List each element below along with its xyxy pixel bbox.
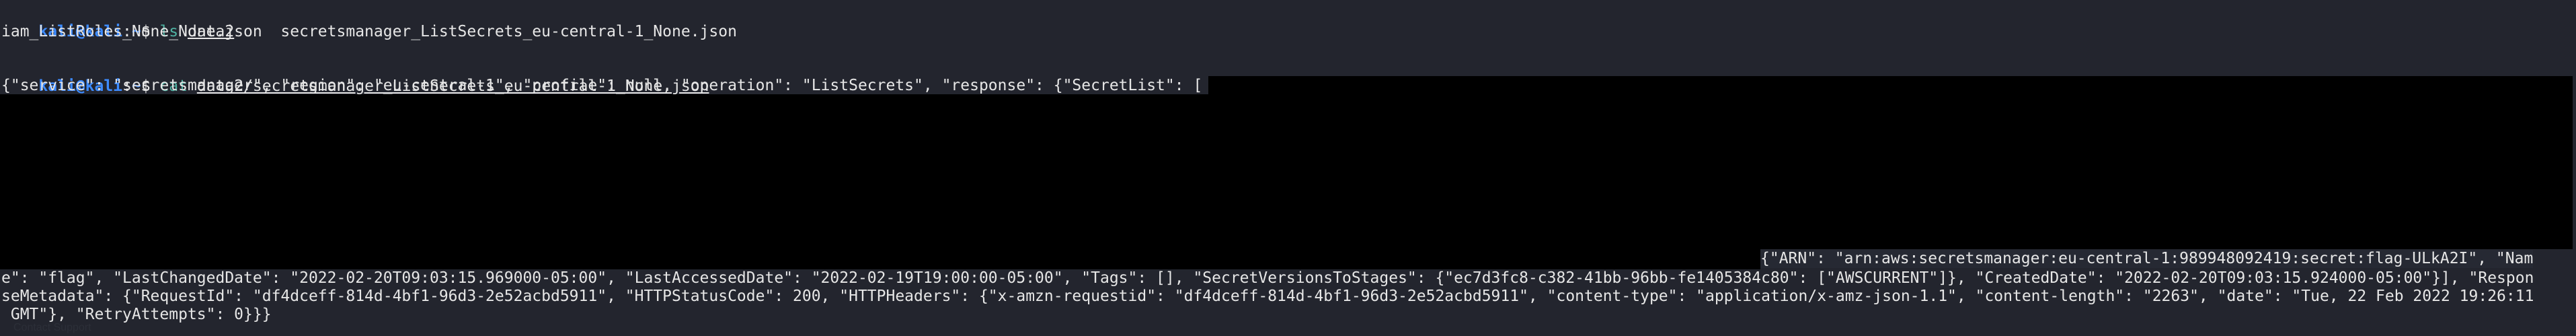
ghost-text: Contact Support xyxy=(13,322,91,333)
output-line: e": "flag", "LastChangedDate": "2022-02-… xyxy=(1,269,2534,287)
redaction-box xyxy=(0,94,1760,269)
output-line: seMetadata": {"RequestId": "df4dceff-814… xyxy=(1,288,2534,305)
prompt-line-ls: kali@kali:~$ ls data2 xyxy=(1,5,234,40)
ls-output: iam_ListRoles_None_None.json secretsmana… xyxy=(1,23,737,40)
output-line: {"service": "secretsmanager", "region": … xyxy=(1,77,1203,94)
output-line: GMT"}, "RetryAttempts": 0}}} xyxy=(1,306,272,323)
output-line-arn: {"ARN": "arn:aws:secretsmanager:eu-centr… xyxy=(1760,250,2534,268)
prompt-line-cat: kali@kali:~$ cat data2/secretsmanager_Li… xyxy=(1,59,709,95)
